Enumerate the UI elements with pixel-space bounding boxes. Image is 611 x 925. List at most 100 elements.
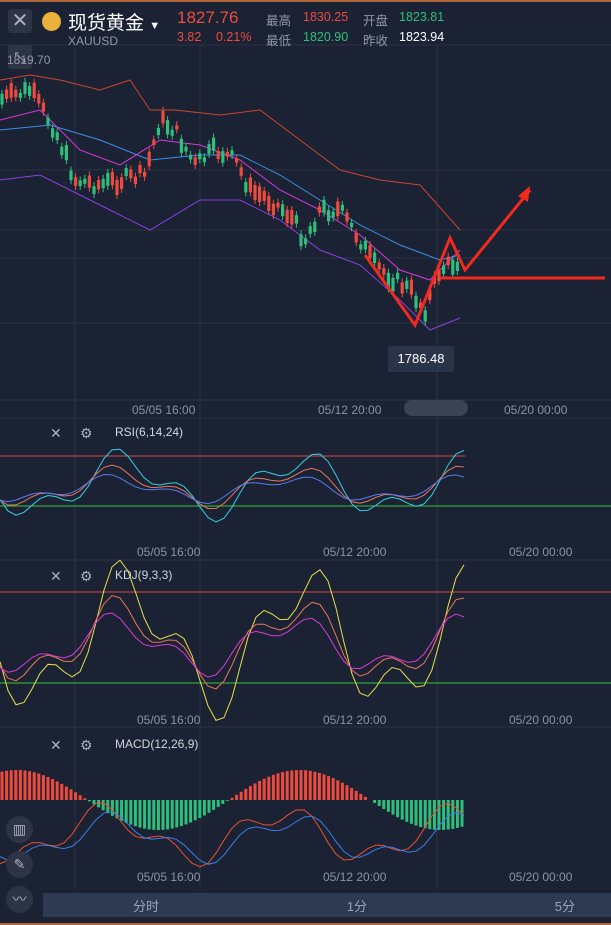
macd-settings-icon[interactable]: ⚙ (80, 737, 93, 754)
time-label: 05/12 20:00 (323, 870, 387, 884)
instrument-symbol: XAUUSD (68, 34, 119, 48)
macd-bar (83, 798, 87, 800)
macd-bar (101, 800, 105, 811)
macd-bar (175, 800, 179, 828)
low-price-marker: 1786.48 (388, 346, 454, 372)
low-label: 最低 (266, 34, 292, 48)
candle (212, 137, 216, 151)
candle (202, 157, 206, 163)
instrument-selector[interactable]: 现货黄金 ▼ (68, 8, 160, 35)
high-label: 最高 (266, 14, 292, 28)
candle (396, 272, 400, 280)
candle (74, 177, 78, 186)
candle (179, 138, 183, 153)
candle (78, 180, 82, 186)
rsi-settings-icon[interactable]: ⚙ (80, 425, 93, 442)
kdj-title: KDJ(9,3,3) (115, 568, 173, 582)
candle (207, 144, 211, 154)
close-button[interactable]: ✕ (8, 9, 32, 33)
tab-5min[interactable]: 5分 (555, 896, 575, 915)
macd-bar (230, 797, 234, 800)
candle (55, 132, 59, 141)
candle (69, 170, 73, 181)
candle (110, 172, 114, 186)
candle (359, 244, 363, 250)
candle (267, 195, 271, 211)
low-value: 1820.90 (303, 30, 349, 44)
macd-bar (299, 770, 303, 800)
macd-bar (28, 771, 32, 800)
macd-bar (41, 775, 45, 800)
candle (442, 265, 446, 275)
high-value: 1830.25 (303, 10, 349, 24)
scroll-indicator[interactable] (404, 400, 468, 416)
candle (129, 169, 133, 179)
candle (230, 150, 234, 156)
candle (313, 221, 317, 232)
macd-bar (64, 786, 68, 800)
chart-canvas[interactable] (0, 0, 611, 925)
macd-bar (322, 774, 326, 800)
tab-timeshare[interactable]: 分时 (133, 896, 159, 915)
macd-bar (124, 800, 128, 823)
lower-band (0, 174, 461, 331)
candle (322, 199, 326, 213)
macd-bar (276, 773, 280, 800)
time-label: 05/12 20:00 (318, 403, 382, 417)
macd-bar (78, 795, 82, 800)
macd-bar (244, 788, 248, 800)
candle (258, 186, 262, 203)
macd-bar (202, 800, 206, 816)
candle (133, 176, 137, 184)
candle (409, 279, 413, 295)
macd-bar (327, 776, 331, 800)
macd-bar (221, 800, 225, 804)
macd-bar (377, 800, 381, 807)
candle (152, 139, 156, 146)
candle (239, 167, 243, 176)
candle (184, 146, 188, 152)
time-label: 05/12 20:00 (323, 713, 387, 727)
macd-bar (405, 800, 409, 822)
macd-bar (143, 800, 147, 829)
candle (414, 295, 418, 309)
candle (138, 164, 142, 174)
close-kdj-icon[interactable]: ✕ (50, 568, 62, 585)
macd-bar (225, 800, 229, 801)
macd-bar (14, 770, 18, 800)
candle (23, 81, 27, 94)
macd-bar (198, 800, 202, 818)
macd-bar (166, 800, 170, 830)
tab-1min[interactable]: 1分 (347, 896, 367, 915)
macd-bar (262, 778, 266, 800)
price-label-top: 1819.70 (7, 53, 51, 67)
candle (64, 145, 68, 161)
close-macd-icon[interactable]: ✕ (50, 737, 62, 754)
macd-bar (23, 770, 27, 800)
macd-bar (74, 792, 78, 800)
macd-bar (354, 790, 358, 800)
close-rsi-icon[interactable]: ✕ (50, 425, 62, 442)
indicator-icon[interactable]: 〰 (6, 886, 33, 913)
instrument-title: 现货黄金 (68, 13, 145, 34)
kdj-settings-icon[interactable]: ⚙ (80, 568, 93, 585)
candle (193, 157, 197, 165)
macd-bar (129, 800, 133, 825)
gold-icon (42, 12, 61, 31)
candle (455, 261, 459, 272)
pencil-icon[interactable]: ✎ (6, 851, 33, 878)
candle (308, 226, 312, 234)
candle (143, 171, 147, 177)
macd-bar (189, 800, 193, 823)
candle (423, 310, 427, 322)
chevron-down-icon: ▼ (149, 20, 161, 32)
ma-line (0, 124, 461, 261)
macd-bar (207, 800, 211, 813)
candlestick-icon[interactable]: ▥ (6, 816, 33, 843)
macd-bar (409, 800, 413, 824)
macd-bar (5, 770, 9, 800)
macd-bar (391, 800, 395, 815)
macd-bar (317, 772, 321, 800)
macd-bar (18, 770, 22, 800)
macd-bar (340, 782, 344, 800)
